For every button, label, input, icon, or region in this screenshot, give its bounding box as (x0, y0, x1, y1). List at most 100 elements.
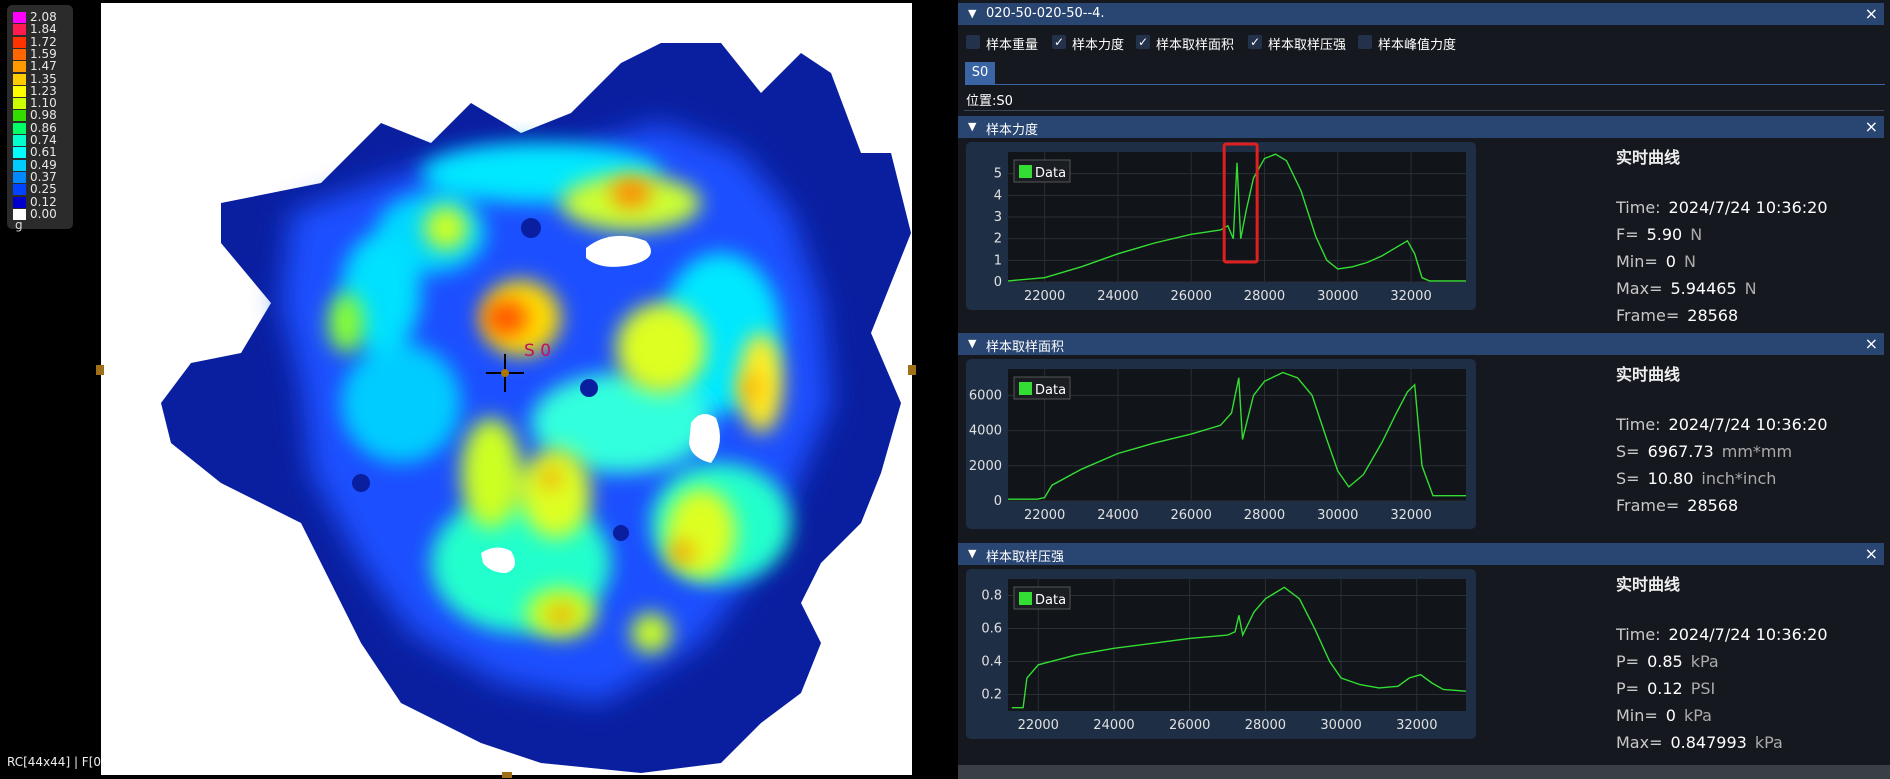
checkbox-box[interactable] (966, 35, 980, 49)
legend-swatch (1019, 382, 1032, 395)
colorbar-entry: 2.08 (13, 10, 75, 24)
force-chart[interactable]: 22000 24000 26000 28000 30000 32000 0 1 2 3 4 5 Data (966, 142, 1476, 310)
colorbar-entry: 1.35 (13, 72, 75, 86)
legend-swatch (1019, 592, 1032, 605)
checkbox-box[interactable] (1358, 35, 1372, 49)
collapse-triangle-icon[interactable]: ▼ (968, 120, 976, 133)
colorbar-entry: 0.37 (13, 170, 75, 184)
info-value: 28568 (1687, 496, 1739, 515)
info-key: Max= (1616, 279, 1663, 298)
info-key: F= (1616, 225, 1639, 244)
colorbar-swatch (13, 12, 26, 23)
y-tick-label: 6000 (969, 388, 1002, 403)
close-icon[interactable]: × (1865, 4, 1878, 23)
x-tick-label: 22000 (1024, 289, 1065, 304)
colorbar-swatch (13, 110, 26, 122)
resize-handle-right[interactable] (908, 365, 916, 375)
colorbar-entry: 0.25 (13, 182, 75, 196)
checkmark-icon[interactable]: ✓ (1248, 35, 1262, 49)
collapse-triangle-icon[interactable]: ▼ (968, 547, 976, 560)
section-title: 样本取样面积 (986, 340, 1065, 355)
colorbar-swatch (13, 24, 26, 36)
info-key: Min= (1616, 706, 1658, 725)
area-chart[interactable]: 22000 24000 26000 28000 30000 32000 0 2000 4000 6… (966, 359, 1476, 529)
legend-swatch (1019, 165, 1032, 178)
x-tick-label: 24000 (1093, 718, 1134, 733)
resize-handle-bottom[interactable] (502, 772, 512, 778)
checkmark-icon[interactable]: ✓ (1136, 35, 1150, 49)
y-tick-label: 4 (994, 188, 1002, 203)
collapse-triangle-icon[interactable]: ▼ (968, 7, 976, 20)
x-tick-label: 28000 (1244, 289, 1285, 304)
y-tick-label: 0.2 (981, 688, 1002, 703)
colorbar-swatch (13, 184, 26, 196)
info-line: Frame= 28568 (1616, 306, 1746, 325)
collapse-triangle-icon[interactable]: ▼ (968, 337, 976, 350)
info-value: 2024/7/24 10:36:20 (1668, 625, 1828, 644)
pressure-heatmap[interactable]: S 0 (101, 3, 912, 775)
sensor-marker-label: S 0 (524, 341, 551, 361)
section-header-area[interactable]: ▼ 样本取样面积 × (958, 333, 1884, 355)
y-tick-label: 0 (994, 275, 1002, 290)
info-line: Max= 5.94465 N (1616, 279, 1757, 298)
section-header-force[interactable]: ▼ 样本力度 × (958, 116, 1884, 138)
y-tick-label: 1 (994, 253, 1002, 268)
colorbar-unit: g (15, 218, 23, 232)
close-icon[interactable]: × (1865, 334, 1878, 353)
sensor-marker-dot (501, 369, 509, 377)
resize-handle-left[interactable] (96, 365, 104, 375)
close-icon[interactable]: × (1865, 544, 1878, 563)
colorbar-entry: 0.49 (13, 158, 75, 172)
pressure-chart[interactable]: 22000 24000 26000 28000 30000 32000 0.2 0.4 0.6 0… (966, 569, 1476, 739)
info-value: 2024/7/24 10:36:20 (1668, 415, 1828, 434)
tab-s0[interactable]: S0 (965, 62, 995, 84)
horizontal-scrollbar[interactable] (958, 765, 1890, 779)
info-key: Time: (1616, 198, 1661, 217)
info-value: 0.12 (1647, 679, 1683, 698)
info-unit: mm*mm (1721, 442, 1793, 461)
info-value: 0.85 (1647, 652, 1683, 671)
y-tick-label: 0.8 (981, 589, 1002, 604)
x-tick-label: 28000 (1244, 508, 1285, 523)
info-unit: inch*inch (1701, 469, 1777, 488)
section-title: 样本取样压强 (986, 550, 1065, 565)
y-tick-label: 2 (994, 232, 1002, 247)
info-line: Min= 0 kPa (1616, 706, 1712, 725)
legend-label: Data (1035, 593, 1066, 608)
section-title: 样本力度 (986, 123, 1039, 138)
status-text: RC[44x44] | F[0. (7, 755, 105, 769)
section-header-pressure[interactable]: ▼ 样本取样压强 × (958, 543, 1884, 565)
info-key: S= (1616, 469, 1640, 488)
colorbar-entry: 1.84 (13, 22, 75, 36)
colorbar-swatch (13, 73, 26, 85)
colorbar-swatch (13, 36, 26, 48)
colorbar-swatch (13, 135, 26, 146)
y-tick-label: 2000 (969, 459, 1002, 474)
x-tick-label: 32000 (1396, 718, 1437, 733)
info-line: Time: 2024/7/24 10:36:20 (1616, 625, 1836, 644)
info-title: 实时曲线 (1616, 148, 1681, 167)
info-key: Time: (1616, 625, 1661, 644)
info-unit: kPa (1690, 652, 1719, 671)
colorbar-entry: 1.59 (13, 47, 75, 61)
info-key: Frame= (1616, 306, 1680, 325)
x-tick-label: 26000 (1169, 718, 1210, 733)
info-key: P= (1616, 679, 1640, 698)
info-line: P= 0.85 kPa (1616, 652, 1719, 671)
colorbar-swatch (13, 147, 26, 159)
x-tick-label: 24000 (1097, 289, 1138, 304)
colorbar-entry: 1.47 (13, 59, 75, 73)
info-line: S= 6967.73 mm*mm (1616, 442, 1792, 461)
colorbar-entry: 1.72 (13, 35, 75, 49)
panel-header[interactable]: ▼ 020-50-020-50--4. × (958, 3, 1884, 25)
checkmark-icon[interactable]: ✓ (1052, 35, 1066, 49)
info-title: 实时曲线 (1616, 365, 1681, 384)
heatmap-viewer[interactable]: S 0 2.08 1.84 1.72 1.59 1.47 1.35 1.23 1.10 0.98… (0, 0, 958, 779)
colorbar-swatch (13, 61, 26, 73)
chart-svg: 22000 24000 26000 28000 30000 32000 0 2000 4000 6… (969, 369, 1466, 523)
info-value: 2024/7/24 10:36:20 (1668, 198, 1828, 217)
info-title: 实时曲线 (1616, 575, 1681, 594)
close-icon[interactable]: × (1865, 117, 1878, 136)
separator (964, 110, 1884, 111)
x-tick-label: 30000 (1320, 718, 1361, 733)
